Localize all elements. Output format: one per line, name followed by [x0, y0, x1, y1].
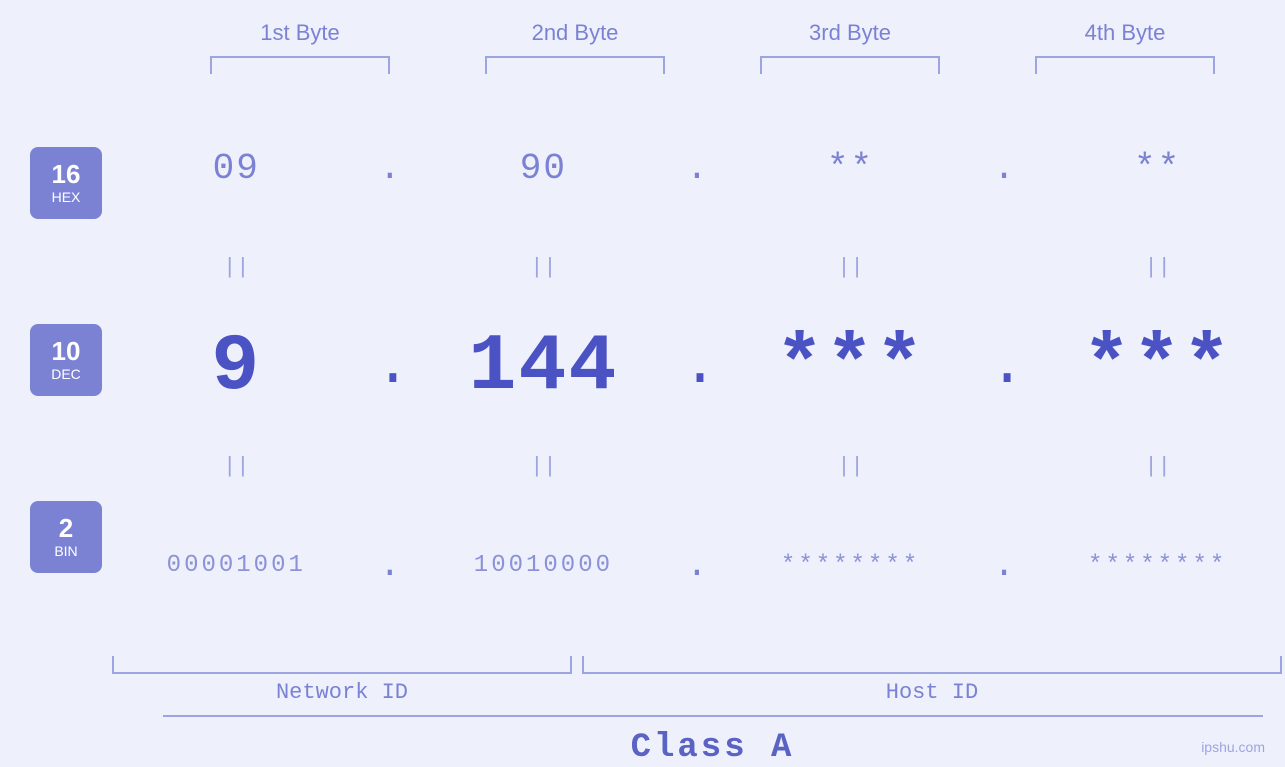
top-brackets	[163, 56, 1263, 74]
byte-headers: 1st Byte 2nd Byte 3rd Byte 4th Byte	[163, 20, 1263, 46]
bin-cell-4: ********	[1048, 552, 1268, 579]
dec-val-3: ***	[776, 322, 926, 413]
class-label: Class A	[163, 729, 1263, 767]
host-bracket	[582, 656, 1282, 674]
dec-dot-3: .	[989, 333, 1019, 401]
bin-val-1: 00001001	[167, 552, 306, 579]
host-id-label: Host ID	[582, 680, 1282, 705]
bracket-2	[485, 56, 665, 74]
watermark: ipshu.com	[1201, 739, 1265, 755]
bin-dot-2: .	[682, 545, 712, 586]
hex-val-4: **	[1134, 148, 1181, 189]
eq-1-2: ||	[433, 255, 653, 280]
hex-cell-4: **	[1048, 148, 1268, 189]
dec-row: 9 . 144 . *** . ***	[112, 283, 1282, 452]
hex-val-1: 09	[213, 148, 260, 189]
hex-cell-2: 90	[433, 148, 653, 189]
byte-2-label: 2nd Byte	[465, 20, 685, 46]
dec-val-2: 144	[468, 322, 618, 413]
byte-1-label: 1st Byte	[190, 20, 410, 46]
data-grid: 09 . 90 . ** . ** || ||	[102, 74, 1285, 705]
network-id-label: Network ID	[112, 680, 572, 705]
equals-row-1: || || || ||	[112, 253, 1282, 283]
hex-dot-2: .	[682, 148, 712, 189]
hex-cell-1: 09	[126, 148, 346, 189]
dec-val-1: 9	[211, 322, 261, 413]
hex-row: 09 . 90 . ** . **	[112, 84, 1282, 253]
hex-val-3: **	[827, 148, 874, 189]
eq-2-3: ||	[741, 454, 961, 479]
dec-dot-2: .	[682, 333, 712, 401]
bracket-3	[760, 56, 940, 74]
class-line	[163, 715, 1263, 717]
hex-number: 16	[52, 160, 81, 189]
hex-cell-3: **	[741, 148, 961, 189]
bin-val-2: 10010000	[474, 552, 613, 579]
bin-val-3: ********	[781, 552, 920, 579]
bin-name: BIN	[54, 543, 77, 559]
hex-name: HEX	[52, 189, 81, 205]
dec-cell-2: 144	[433, 322, 653, 413]
bin-cell-2: 10010000	[433, 552, 653, 579]
byte-4-label: 4th Byte	[1015, 20, 1235, 46]
dec-val-4: ***	[1083, 322, 1233, 413]
base-labels: 16 HEX 10 DEC 2 BIN	[0, 74, 102, 705]
eq-2-2: ||	[433, 454, 653, 479]
dec-name: DEC	[51, 366, 81, 382]
dec-number: 10	[52, 337, 81, 366]
hex-val-2: 90	[520, 148, 567, 189]
content-area: 16 HEX 10 DEC 2 BIN 09 . 90	[0, 74, 1285, 705]
hex-badge: 16 HEX	[30, 147, 102, 219]
eq-2-4: ||	[1048, 454, 1268, 479]
eq-1-3: ||	[741, 255, 961, 280]
bin-dot-1: .	[375, 545, 405, 586]
dec-badge: 10 DEC	[30, 324, 102, 396]
eq-1-1: ||	[126, 255, 346, 280]
bin-dot-3: .	[989, 545, 1019, 586]
class-section: Class A	[163, 715, 1263, 767]
equals-row-2: || || || ||	[112, 451, 1282, 481]
network-bracket	[112, 656, 572, 674]
bin-cell-3: ********	[741, 552, 961, 579]
hex-dot-1: .	[375, 148, 405, 189]
byte-3-label: 3rd Byte	[740, 20, 960, 46]
main-container: 1st Byte 2nd Byte 3rd Byte 4th Byte 16 H…	[0, 0, 1285, 767]
dec-cell-3: ***	[741, 322, 961, 413]
hex-dot-3: .	[989, 148, 1019, 189]
dec-cell-1: 9	[126, 322, 346, 413]
dec-cell-4: ***	[1048, 322, 1268, 413]
bin-number: 2	[59, 514, 73, 543]
dec-dot-1: .	[375, 333, 405, 401]
bin-badge: 2 BIN	[30, 501, 102, 573]
eq-1-4: ||	[1048, 255, 1268, 280]
bin-val-4: ********	[1088, 552, 1227, 579]
bracket-1	[210, 56, 390, 74]
eq-2-1: ||	[126, 454, 346, 479]
bracket-4	[1035, 56, 1215, 74]
bin-cell-1: 00001001	[126, 552, 346, 579]
bin-row: 00001001 . 10010000 . ******** . *******…	[112, 481, 1282, 650]
